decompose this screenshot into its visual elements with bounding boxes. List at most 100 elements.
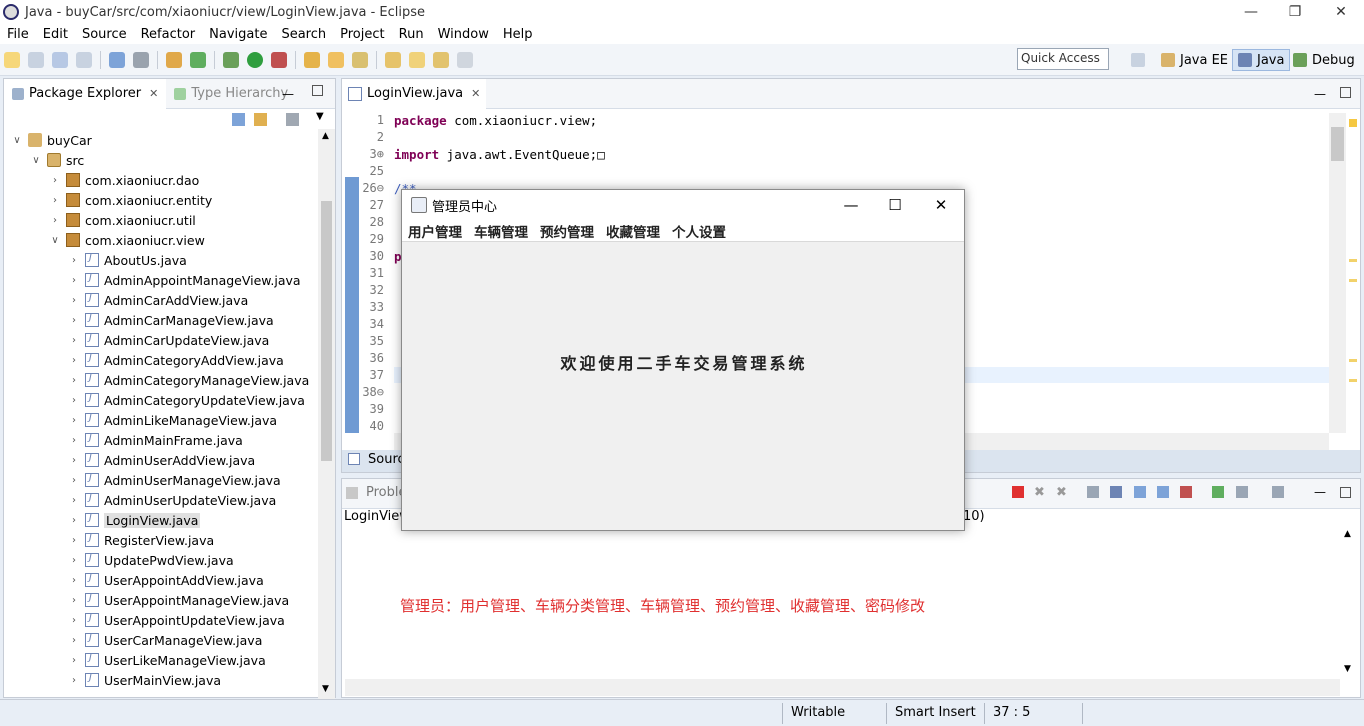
chevron-down-icon[interactable]: ▼	[316, 111, 324, 122]
open-perspective-button[interactable]	[1126, 49, 1150, 71]
scroll-up-icon[interactable]: ▲	[1344, 529, 1351, 539]
close-tab-icon[interactable]: ✕	[471, 87, 480, 100]
maximize-icon[interactable]: ☐	[872, 190, 918, 220]
chevron-right-icon[interactable]: ›	[67, 335, 81, 346]
chevron-down-icon[interactable]: ∨	[10, 135, 24, 146]
chevron-right-icon[interactable]: ›	[67, 535, 81, 546]
chevron-right-icon[interactable]: ›	[67, 395, 81, 406]
dialog-menu-item[interactable]: 个人设置	[666, 221, 732, 241]
dialog-menu-item[interactable]: 收藏管理	[600, 221, 666, 241]
explorer-scrollbar[interactable]: ▲ ▼	[318, 129, 335, 699]
close-tab-icon[interactable]: ✕	[149, 87, 158, 100]
chevron-right-icon[interactable]: ›	[67, 615, 81, 626]
tree-item[interactable]: › RegisterView.java	[67, 530, 214, 550]
menu-refactor[interactable]: Refactor	[134, 27, 203, 42]
menu-source[interactable]: Source	[75, 27, 134, 42]
annotation-icon[interactable]	[385, 51, 401, 68]
chevron-right-icon[interactable]: ›	[67, 415, 81, 426]
chevron-right-icon[interactable]: ›	[48, 175, 62, 186]
scroll-lock-icon[interactable]	[1110, 486, 1122, 498]
tree-item[interactable]: › AdminLikeManageView.java	[67, 410, 277, 430]
restore-icon[interactable]: ❐	[1272, 0, 1318, 24]
chevron-right-icon[interactable]: ›	[67, 655, 81, 666]
scrollbar-thumb[interactable]	[321, 201, 332, 461]
chevron-right-icon[interactable]: ›	[67, 255, 81, 266]
code-line[interactable]: package com.xiaoniucr.view;	[394, 113, 597, 128]
terminate-icon[interactable]	[1012, 486, 1024, 498]
menu-help[interactable]: Help	[496, 27, 540, 42]
chevron-right-icon[interactable]: ›	[67, 355, 81, 366]
tree-item[interactable]: › AdminCarUpdateView.java	[67, 330, 269, 350]
scrollbar-thumb[interactable]	[1331, 127, 1344, 161]
scroll-down-icon[interactable]: ▼	[1344, 664, 1351, 674]
tree-item[interactable]: ∨ buyCar	[10, 130, 91, 150]
dialog-menu-item[interactable]: 预约管理	[534, 221, 600, 241]
close-icon[interactable]: ✕	[918, 190, 964, 220]
quick-access-input[interactable]: Quick Access	[1017, 48, 1109, 70]
tree-item[interactable]: › UserMainView.java	[67, 670, 221, 690]
tree-item[interactable]: › UserLikeManageView.java	[67, 650, 266, 670]
menu-project[interactable]: Project	[333, 27, 391, 42]
chevron-right-icon[interactable]: ›	[67, 275, 81, 286]
tree-item[interactable]: › LoginView.java	[67, 510, 201, 530]
debug-icon[interactable]	[223, 51, 239, 68]
chevron-right-icon[interactable]: ›	[67, 315, 81, 326]
console-icon[interactable]	[109, 51, 125, 68]
menu-navigate[interactable]: Navigate	[202, 27, 274, 42]
menu-run[interactable]: Run	[392, 27, 431, 42]
back-icon[interactable]	[433, 51, 449, 68]
perspective-java-ee[interactable]: Java EE	[1156, 49, 1233, 71]
minimize-view-icon[interactable]: —	[282, 87, 294, 101]
link-editor-icon[interactable]	[254, 113, 267, 126]
maximize-editor-icon[interactable]	[1340, 87, 1351, 98]
tree-item[interactable]: › AdminCarManageView.java	[67, 310, 274, 330]
tree-item[interactable]: ∨ src	[29, 150, 84, 170]
tree-item[interactable]: › AdminMainFrame.java	[67, 430, 243, 450]
run-icon[interactable]	[247, 51, 263, 68]
menu-edit[interactable]: Edit	[36, 27, 75, 42]
tree-item[interactable]: › AdminCategoryAddView.java	[67, 350, 284, 370]
tree-item[interactable]: › UserAppointUpdateView.java	[67, 610, 285, 630]
new-dropdown-icon[interactable]	[28, 51, 44, 68]
tree-item[interactable]: › AdminCarAddView.java	[67, 290, 248, 310]
maximize-view-icon[interactable]	[312, 85, 323, 96]
tree-item[interactable]: › UpdatePwdView.java	[67, 550, 234, 570]
dialog-menu-item[interactable]: 车辆管理	[468, 221, 534, 241]
maximize-view-icon[interactable]	[1340, 487, 1351, 498]
close-icon[interactable]: ✕	[1318, 0, 1364, 24]
dialog-menu-item[interactable]: 用户管理	[402, 221, 468, 241]
remove-launch-icon[interactable]: ✖	[1034, 485, 1045, 500]
tree-item[interactable]: › com.xiaoniucr.util	[48, 210, 196, 230]
open-type-icon[interactable]	[328, 51, 344, 68]
chevron-right-icon[interactable]: ›	[67, 295, 81, 306]
tree-item[interactable]: › AdminAppointManageView.java	[67, 270, 301, 290]
tree-item[interactable]: › AdminCategoryUpdateView.java	[67, 390, 305, 410]
chevron-right-icon[interactable]: ›	[48, 215, 62, 226]
menu-window[interactable]: Window	[431, 27, 496, 42]
tree-item[interactable]: › AdminCategoryManageView.java	[67, 370, 309, 390]
tree-item[interactable]: ∨ com.xiaoniucr.view	[48, 230, 204, 250]
chevron-down-icon[interactable]: ∨	[48, 235, 62, 246]
chevron-right-icon[interactable]: ›	[67, 595, 81, 606]
build-icon[interactable]	[166, 51, 182, 68]
minimize-view-icon[interactable]: —	[1314, 485, 1326, 499]
tree-item[interactable]: › com.xiaoniucr.entity	[48, 190, 212, 210]
refresh-icon[interactable]	[190, 51, 206, 68]
chevron-right-icon[interactable]: ›	[67, 475, 81, 486]
chevron-right-icon[interactable]: ›	[67, 455, 81, 466]
scroll-down-icon[interactable]: ▼	[322, 684, 329, 694]
open-console-icon[interactable]	[1272, 486, 1284, 498]
perspective-debug[interactable]: Debug	[1288, 49, 1360, 71]
skip-breakpoints-icon[interactable]	[133, 51, 149, 68]
tree-item[interactable]: › UserAppointAddView.java	[67, 570, 264, 590]
tab-package-explorer[interactable]: Package Explorer ✕	[4, 78, 167, 109]
tab-loginview[interactable]: LoginView.java ✕	[342, 78, 487, 109]
chevron-right-icon[interactable]: ›	[67, 555, 81, 566]
new-java-project-icon[interactable]	[304, 51, 320, 68]
tab-type-hierarchy[interactable]: Type Hierarchy	[166, 79, 296, 109]
clear-console-icon[interactable]	[1087, 486, 1099, 498]
external-tools-icon[interactable]	[271, 51, 287, 68]
save-all-icon[interactable]	[76, 51, 92, 68]
menu-file[interactable]: File	[0, 27, 36, 42]
chevron-right-icon[interactable]: ›	[67, 495, 81, 506]
